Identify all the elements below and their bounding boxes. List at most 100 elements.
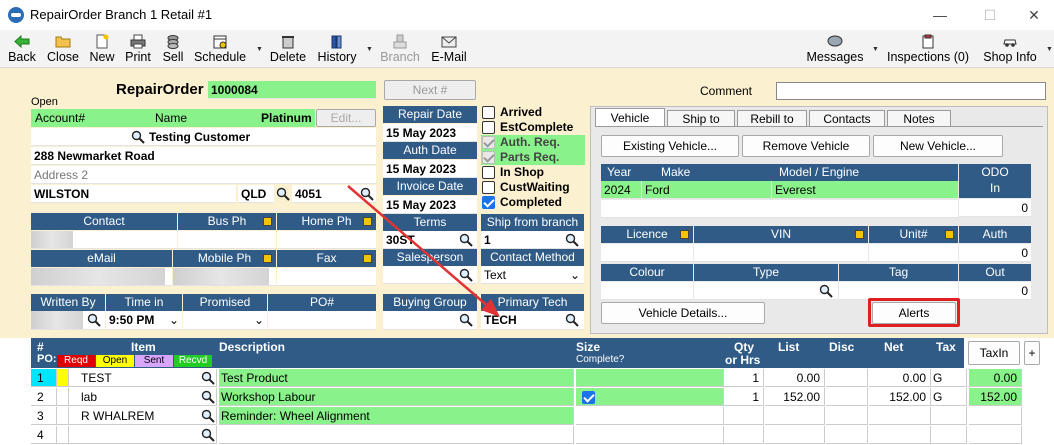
sell-button[interactable]: Sell bbox=[160, 32, 186, 66]
back-button[interactable]: Back bbox=[6, 32, 38, 66]
description-field[interactable]: Test Product bbox=[219, 369, 574, 387]
customer-name-field[interactable]: Testing Customer bbox=[31, 128, 376, 146]
bus-phone-field[interactable] bbox=[178, 231, 276, 249]
tab-contacts[interactable]: Contacts bbox=[809, 110, 885, 126]
auth-field[interactable]: 0 bbox=[959, 244, 1031, 262]
row-number[interactable]: 4 bbox=[31, 426, 57, 444]
shop-info-dropdown-icon[interactable]: ▼ bbox=[1046, 46, 1053, 53]
type-search-icon[interactable] bbox=[819, 284, 833, 298]
item-search-icon[interactable] bbox=[201, 409, 215, 423]
taxin-field[interactable] bbox=[969, 426, 1022, 444]
tax-field[interactable]: G bbox=[931, 369, 967, 387]
mobile-phone-flag-icon[interactable] bbox=[263, 254, 272, 263]
po-status[interactable] bbox=[57, 426, 69, 444]
odo-in-field[interactable]: 0 bbox=[959, 199, 1031, 217]
po-status[interactable] bbox=[57, 369, 69, 387]
edit-customer-button[interactable]: Edit... bbox=[316, 109, 376, 127]
remove-vehicle-button[interactable]: Remove Vehicle bbox=[742, 135, 870, 157]
list-field[interactable] bbox=[765, 407, 825, 425]
branch-button[interactable]: Branch bbox=[380, 32, 420, 66]
customer-search-icon[interactable] bbox=[131, 130, 145, 144]
chevron-down-icon[interactable]: ⌄ bbox=[254, 311, 264, 329]
state-field[interactable]: QLD bbox=[238, 185, 274, 203]
complete-field[interactable] bbox=[576, 407, 724, 425]
flag-arrived[interactable]: Arrived bbox=[481, 105, 585, 120]
type-field[interactable] bbox=[694, 282, 838, 300]
history-dropdown-icon[interactable]: ▼ bbox=[366, 46, 373, 53]
tab-rebill-to[interactable]: Rebill to bbox=[737, 110, 807, 126]
mobile-phone-field[interactable] bbox=[173, 268, 276, 286]
checkbox-icon[interactable] bbox=[482, 121, 495, 134]
net-field[interactable]: 0.00 bbox=[869, 369, 931, 387]
qty-field[interactable]: 1 bbox=[724, 388, 764, 406]
row-number[interactable]: 1 bbox=[31, 369, 57, 387]
tab-notes[interactable]: Notes bbox=[887, 110, 951, 126]
taxin-button[interactable]: TaxIn bbox=[968, 341, 1020, 365]
order-number-field[interactable]: 1000084 bbox=[208, 81, 376, 99]
table-row[interactable]: 4 bbox=[31, 426, 1054, 445]
tax-field[interactable]: G bbox=[931, 388, 967, 406]
taxin-field[interactable] bbox=[969, 407, 1022, 425]
qty-field[interactable]: 1 bbox=[724, 369, 764, 387]
net-field[interactable]: 152.00 bbox=[869, 388, 931, 406]
written-by-search-icon[interactable] bbox=[87, 313, 101, 327]
checkbox-icon[interactable] bbox=[482, 106, 495, 119]
comment-field[interactable] bbox=[776, 82, 1046, 100]
item-search-icon[interactable] bbox=[201, 428, 215, 442]
description-field[interactable]: Workshop Labour bbox=[219, 388, 574, 406]
complete-field[interactable] bbox=[576, 426, 724, 444]
list-field[interactable]: 0.00 bbox=[765, 369, 825, 387]
item-field[interactable]: lab bbox=[69, 388, 217, 406]
row-number[interactable]: 2 bbox=[31, 388, 57, 406]
shop-info-button[interactable]: Shop Info bbox=[980, 32, 1040, 66]
model-field[interactable]: Everest bbox=[772, 181, 958, 199]
promised-field[interactable]: ⌄ bbox=[183, 311, 267, 330]
item-field[interactable] bbox=[69, 426, 217, 444]
tab-ship-to[interactable]: Ship to bbox=[667, 110, 735, 126]
written-by-field[interactable] bbox=[31, 311, 105, 330]
add-column-button[interactable]: + bbox=[1024, 341, 1040, 365]
history-button[interactable]: History bbox=[316, 32, 358, 66]
contact-field[interactable] bbox=[31, 231, 177, 249]
flag-parts-req-[interactable]: Parts Req. bbox=[481, 150, 585, 165]
taxin-field[interactable]: 0.00 bbox=[969, 369, 1022, 387]
colour-field[interactable] bbox=[601, 282, 693, 300]
close-button[interactable]: Close bbox=[45, 32, 81, 66]
maximize-icon[interactable]: ☐ bbox=[980, 5, 1000, 25]
chevron-down-icon[interactable]: ⌄ bbox=[169, 311, 179, 329]
out-field[interactable]: 0 bbox=[959, 282, 1031, 300]
schedule-button[interactable]: Schedule bbox=[192, 32, 248, 66]
chevron-down-icon[interactable]: ⌄ bbox=[570, 266, 580, 283]
close-window-icon[interactable]: ✕ bbox=[1024, 5, 1044, 25]
state-search-icon[interactable] bbox=[276, 187, 290, 201]
licence-flag-icon[interactable] bbox=[680, 230, 689, 239]
messages-dropdown-icon[interactable]: ▼ bbox=[872, 46, 879, 53]
table-row[interactable]: 3 R WHALREM Reminder: Wheel Alignment bbox=[31, 407, 1054, 426]
vin-flag-icon[interactable] bbox=[855, 230, 864, 239]
flag-estcomplete[interactable]: EstComplete bbox=[481, 120, 585, 135]
make-field[interactable]: Ford bbox=[642, 181, 771, 199]
alerts-button[interactable]: Alerts bbox=[872, 302, 956, 324]
list-field[interactable] bbox=[765, 426, 825, 444]
email-field[interactable] bbox=[31, 268, 172, 286]
email-button[interactable]: E-Mail bbox=[430, 32, 468, 66]
disc-field[interactable] bbox=[826, 369, 868, 387]
address1-field[interactable]: 288 Newmarket Road bbox=[31, 147, 376, 165]
po-status[interactable] bbox=[57, 388, 69, 406]
disc-field[interactable] bbox=[826, 407, 868, 425]
existing-vehicle-button[interactable]: Existing Vehicle... bbox=[601, 135, 739, 157]
item-search-icon[interactable] bbox=[201, 390, 215, 404]
inspections-button[interactable]: Inspections (0) bbox=[884, 32, 972, 66]
table-row[interactable]: 1 TEST Test Product 1 0.00 0.00 G 0.00 bbox=[31, 369, 1054, 388]
new-button[interactable]: New bbox=[88, 32, 116, 66]
year-field[interactable]: 2024 bbox=[601, 181, 641, 199]
unit-field[interactable] bbox=[869, 244, 958, 262]
flag-auth-req-[interactable]: Auth. Req. bbox=[481, 135, 585, 150]
repair-date-field[interactable]: 15 May 2023 bbox=[383, 124, 477, 142]
next-number-button[interactable]: Next # bbox=[384, 80, 476, 100]
time-in-field[interactable]: 9:50 PM ⌄ bbox=[106, 311, 182, 330]
complete-checkbox-icon[interactable] bbox=[582, 391, 595, 404]
vehicle-extra-field[interactable] bbox=[601, 200, 958, 218]
qty-field[interactable] bbox=[724, 407, 764, 425]
row-number[interactable]: 3 bbox=[31, 407, 57, 425]
